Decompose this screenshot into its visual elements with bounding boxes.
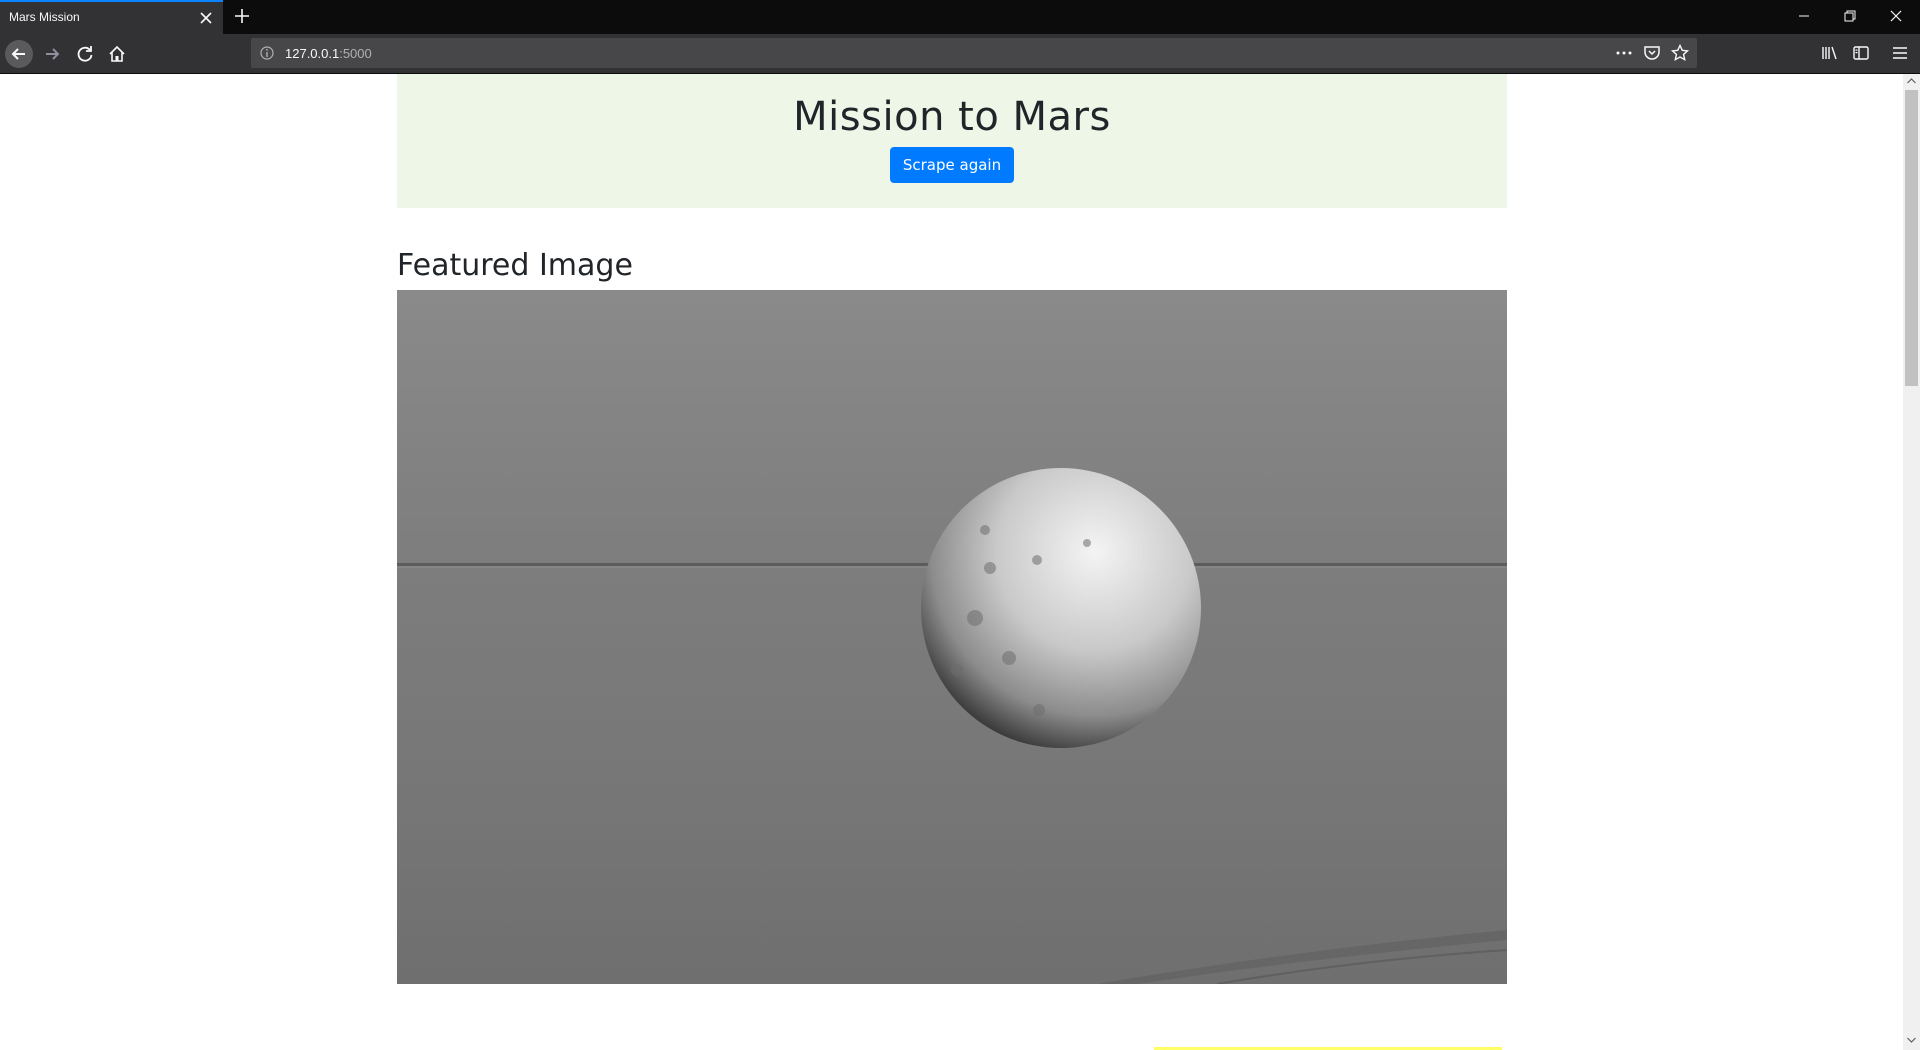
vertical-scrollbar[interactable] (1903, 74, 1920, 1050)
pocket-icon[interactable] (1642, 44, 1662, 62)
home-icon[interactable] (103, 40, 131, 68)
jumbotron: Mission to Mars Scrape again (397, 74, 1507, 208)
back-icon[interactable] (5, 40, 33, 68)
close-icon[interactable] (1873, 0, 1919, 34)
url-port: :5000 (339, 46, 372, 61)
scrollbar-thumb[interactable] (1905, 90, 1918, 386)
bookmark-star-icon[interactable] (1670, 44, 1690, 62)
page-viewport: Mission to Mars Scrape again Featured Im… (0, 74, 1903, 1050)
address-bar[interactable]: 127.0.0.1:5000 (251, 38, 1697, 68)
featured-image-heading: Featured Image (397, 248, 633, 283)
library-icon[interactable] (1820, 43, 1840, 63)
tab-strip: Mars Mission (0, 0, 1920, 34)
scroll-down-icon[interactable] (1906, 1036, 1917, 1044)
more-icon[interactable] (1614, 44, 1634, 62)
navigation-toolbar: 127.0.0.1:5000 (0, 34, 1920, 74)
close-icon[interactable] (198, 10, 214, 26)
forward-icon[interactable] (38, 40, 66, 68)
browser-tab[interactable]: Mars Mission (0, 0, 223, 34)
scroll-up-icon[interactable] (1906, 77, 1917, 85)
info-icon[interactable] (259, 45, 275, 61)
page-container: Mission to Mars Scrape again Featured Im… (397, 74, 1507, 984)
minimize-icon[interactable] (1781, 0, 1827, 34)
featured-image (397, 290, 1507, 984)
restore-icon[interactable] (1827, 0, 1873, 34)
url-text[interactable]: 127.0.0.1:5000 (285, 46, 372, 61)
menu-icon[interactable] (1890, 43, 1910, 63)
url-host: 127.0.0.1 (285, 46, 340, 61)
page-title: Mission to Mars (793, 94, 1111, 140)
sidebar-icon[interactable] (1851, 43, 1871, 63)
scrape-again-button[interactable]: Scrape again (889, 147, 1015, 183)
plus-icon[interactable] (232, 6, 252, 26)
tab-title: Mars Mission (9, 10, 80, 24)
reload-icon[interactable] (71, 40, 99, 68)
